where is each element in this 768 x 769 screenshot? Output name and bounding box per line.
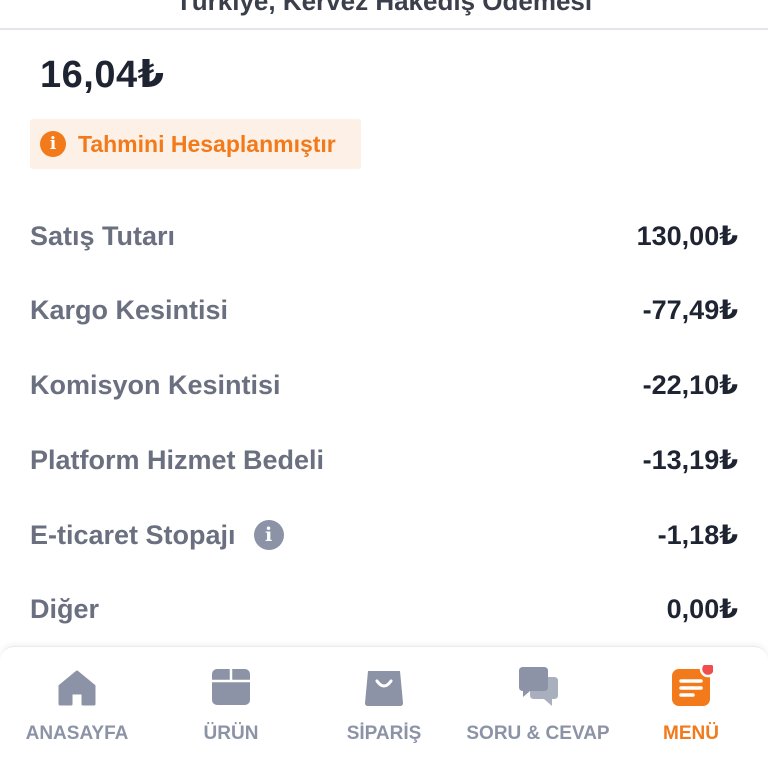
bottom-navigation: ANASAYFA ÜRÜN SİPARİŞ SORU & CEVAP MENÜ bbox=[0, 646, 768, 769]
nav-label: MENÜ bbox=[663, 723, 719, 744]
breakdown-row-platform-fee: Platform Hizmet Bedeli -13,19₺ bbox=[30, 440, 738, 480]
row-value: -13,19₺ bbox=[642, 444, 738, 475]
breakdown-row-cargo: Kargo Kesintisi -77,49₺ bbox=[30, 290, 738, 330]
row-value: -1,18₺ bbox=[657, 519, 738, 550]
row-value: 130,00₺ bbox=[636, 220, 738, 251]
row-value: -22,10₺ bbox=[642, 369, 738, 400]
total-amount: 16,04₺ bbox=[40, 54, 165, 96]
nav-label: SORU & CEVAP bbox=[466, 723, 610, 744]
nav-item-product[interactable]: ÜRÜN bbox=[154, 647, 308, 769]
row-value: -77,49₺ bbox=[642, 294, 738, 325]
breakdown-row-sales: Satış Tutarı 130,00₺ bbox=[30, 216, 738, 256]
row-label: Komisyon Kesintisi bbox=[30, 369, 281, 400]
row-label: Platform Hizmet Bedeli bbox=[30, 444, 325, 475]
breakdown-row-other: Diğer 0,00₺ bbox=[30, 589, 738, 629]
row-label: Diğer bbox=[30, 593, 100, 624]
info-icon: i bbox=[40, 131, 66, 157]
row-label: E-ticaret Stopajı bbox=[30, 519, 236, 550]
row-label: Kargo Kesintisi bbox=[30, 294, 229, 325]
notification-badge bbox=[699, 665, 713, 678]
nav-label: SİPARİŞ bbox=[346, 723, 422, 744]
nav-label: ANASAYFA bbox=[25, 723, 129, 744]
row-label-wrap: E-ticaret Stopajı i bbox=[30, 520, 284, 551]
info-icon[interactable]: i bbox=[253, 520, 284, 550]
row-label: Satış Tutarı bbox=[30, 220, 176, 251]
nav-item-home[interactable]: ANASAYFA bbox=[0, 647, 154, 769]
breakdown-row-withholding: E-ticaret Stopajı i -1,18₺ bbox=[30, 515, 738, 555]
nav-item-qa[interactable]: SORU & CEVAP bbox=[461, 647, 615, 769]
nav-label: ÜRÜN bbox=[203, 723, 259, 744]
row-value: 0,00₺ bbox=[666, 593, 738, 624]
bag-icon bbox=[365, 671, 403, 706]
nav-item-menu[interactable]: MENÜ bbox=[614, 647, 768, 769]
estimate-notice-text: Tahmini Hesaplanmıştır bbox=[78, 130, 336, 157]
header-bar: Türkiye, Kervez Hakedış Ödemesi bbox=[0, 0, 768, 30]
box-icon bbox=[212, 669, 250, 705]
breakdown-row-commission: Komisyon Kesintisi -22,10₺ bbox=[30, 365, 738, 405]
nav-item-orders[interactable]: SİPARİŞ bbox=[307, 647, 461, 769]
estimate-notice: i Tahmini Hesaplanmıştır bbox=[30, 119, 361, 169]
home-icon bbox=[58, 670, 96, 706]
chat-icon bbox=[519, 667, 558, 706]
menu-icon bbox=[672, 665, 713, 706]
page-title: Türkiye, Kervez Hakedış Ödemesi bbox=[175, 0, 593, 16]
